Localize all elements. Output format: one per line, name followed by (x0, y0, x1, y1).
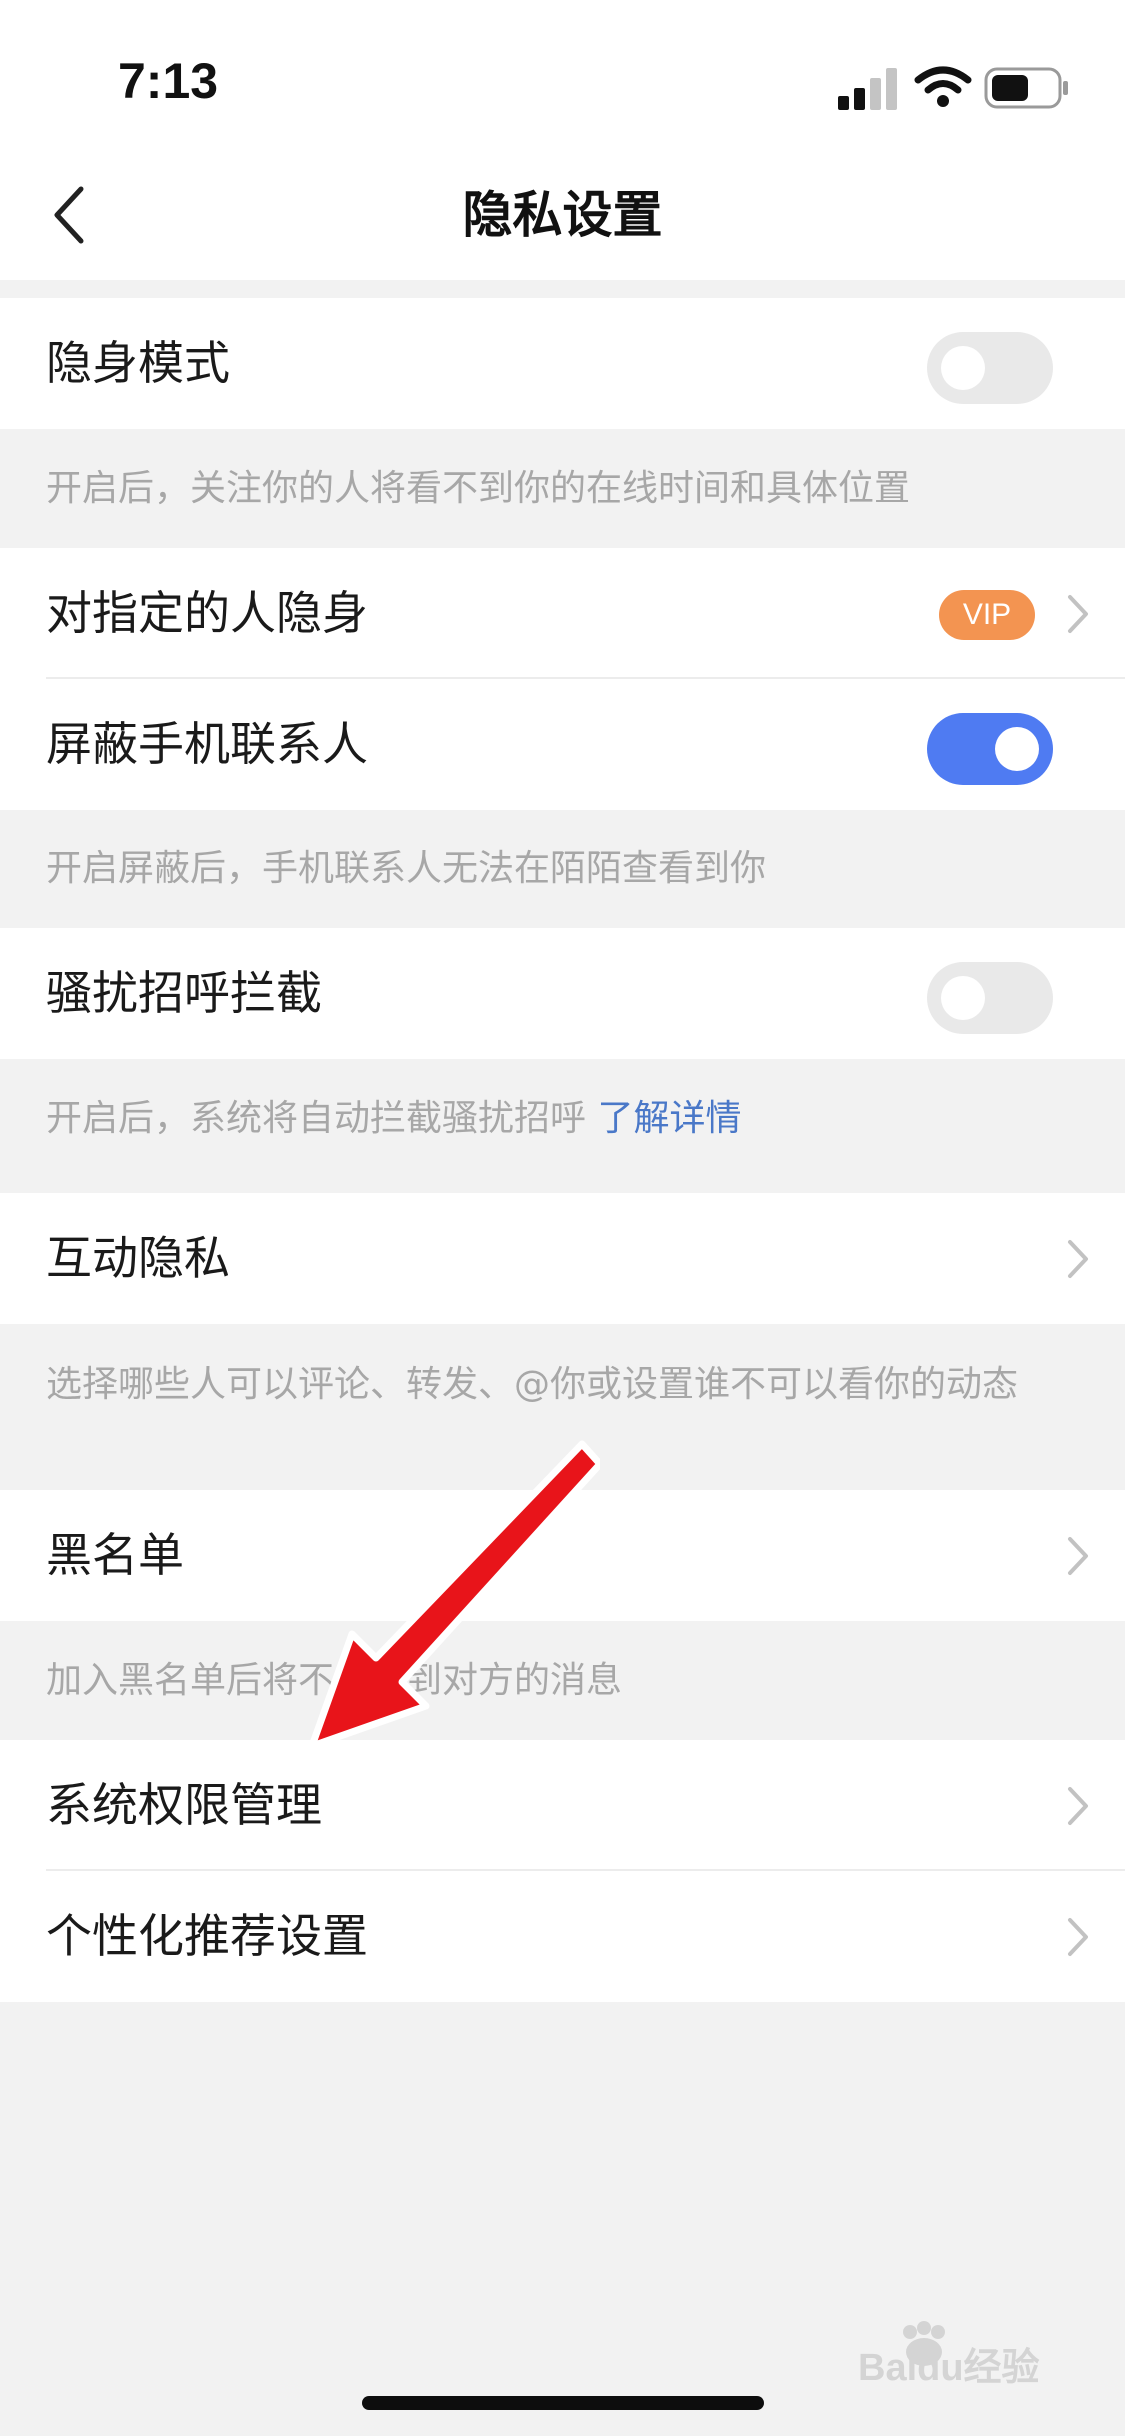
harassment-block-label: 骚扰招呼拦截 (46, 966, 322, 1020)
status-bar: 7:13 (0, 0, 1125, 150)
harassment-note-text: 开启后，系统将自动拦截骚扰招呼 (46, 1098, 587, 1139)
blacklist-row[interactable]: 黑名单 (0, 1490, 1125, 1621)
invisible-to-specific-label: 对指定的人隐身 (46, 586, 368, 640)
blacklist-note: 加入黑名单后将不会收到对方的消息 (46, 1660, 623, 1701)
block-contacts-row: 屏蔽手机联系人 (0, 679, 1125, 810)
battery-icon (984, 67, 1068, 109)
invisible-mode-note: 开启后，关注你的人将看不到你的在线时间和具体位置 (46, 468, 911, 509)
toggle-knob (941, 346, 985, 390)
harassment-block-row: 骚扰招呼拦截 (0, 928, 1125, 1059)
interaction-privacy-note: 选择哪些人可以评论、转发、@你或设置谁不可以看你的动态 (46, 1364, 1019, 1405)
status-time: 7:13 (118, 53, 219, 109)
interaction-privacy-row[interactable]: 互动隐私 (0, 1193, 1125, 1324)
svg-text:Baidu经验: Baidu经验 (858, 2347, 1040, 2388)
toggle-knob (941, 976, 985, 1020)
invisible-to-specific-row[interactable]: 对指定的人隐身 VIP (0, 548, 1125, 679)
personalized-recommendation-row[interactable]: 个性化推荐设置 (0, 1871, 1125, 2002)
block-contacts-label: 屏蔽手机联系人 (46, 717, 368, 771)
invisible-mode-toggle[interactable] (927, 332, 1053, 404)
toggle-knob (995, 727, 1039, 771)
chevron-right-icon (1068, 595, 1088, 633)
personalized-recommendation-label: 个性化推荐设置 (46, 1909, 368, 1963)
invisible-mode-row: 隐身模式 (0, 298, 1125, 429)
chevron-right-icon (1068, 1918, 1088, 1956)
navigation-bar: 隐私设置 (0, 150, 1125, 280)
back-chevron-icon (54, 186, 84, 244)
harassment-block-toggle[interactable] (927, 962, 1053, 1034)
system-permissions-label: 系统权限管理 (46, 1778, 322, 1832)
invisible-mode-label: 隐身模式 (46, 336, 230, 390)
signal-icon (838, 68, 897, 110)
chevron-right-icon (1068, 1240, 1088, 1278)
chevron-right-icon (1068, 1537, 1088, 1575)
wifi-icon (914, 66, 972, 107)
vip-badge: VIP (939, 590, 1035, 640)
page-title: 隐私设置 (462, 186, 663, 244)
system-permissions-row[interactable]: 系统权限管理 (0, 1740, 1125, 1871)
back-button[interactable] (38, 182, 98, 248)
home-indicator[interactable] (362, 2396, 764, 2410)
chevron-right-icon (1068, 1787, 1088, 1825)
harassment-note: 开启后，系统将自动拦截骚扰招呼 了解详情 (46, 1096, 1066, 1142)
block-contacts-note: 开启屏蔽后，手机联系人无法在陌陌查看到你 (46, 848, 767, 889)
baidu-watermark-logo: Baidu经验 (858, 2321, 1040, 2388)
interaction-privacy-label: 互动隐私 (46, 1231, 230, 1285)
block-contacts-toggle[interactable] (927, 713, 1053, 785)
blacklist-label: 黑名单 (46, 1528, 184, 1582)
learn-more-link[interactable]: 了解详情 (597, 1098, 741, 1139)
